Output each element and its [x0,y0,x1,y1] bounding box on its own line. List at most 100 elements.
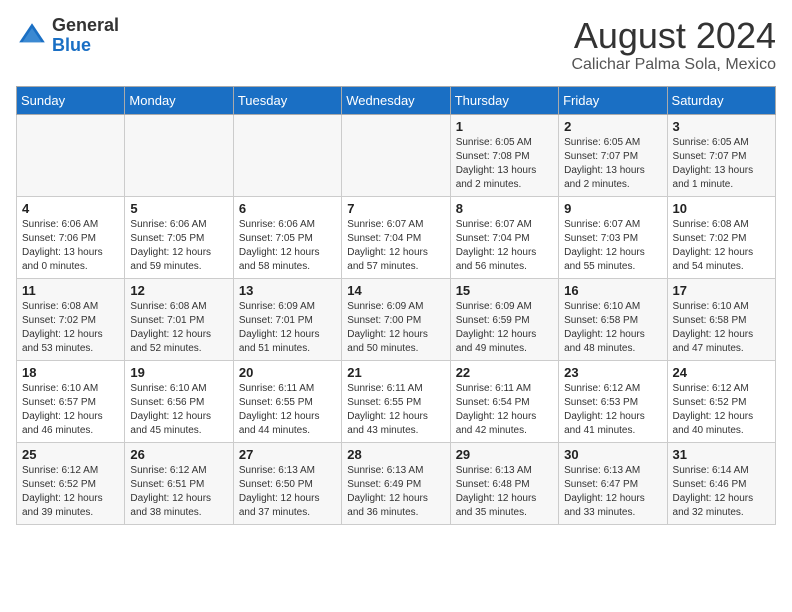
calendar-cell: 19 Sunrise: 6:10 AM Sunset: 6:56 PM Dayli… [125,360,233,442]
calendar-cell: 14 Sunrise: 6:09 AM Sunset: 7:00 PM Dayli… [342,278,450,360]
calendar-cell: 8 Sunrise: 6:07 AM Sunset: 7:04 PM Daylig… [450,196,558,278]
day-number: 10 [673,201,770,216]
day-info: Sunrise: 6:05 AM Sunset: 7:08 PM Dayligh… [456,136,553,192]
location-text: Calichar Palma Sola, Mexico [571,56,776,74]
calendar-cell: 23 Sunrise: 6:12 AM Sunset: 6:53 PM Dayli… [559,360,667,442]
day-info: Sunrise: 6:14 AM Sunset: 6:46 PM Dayligh… [673,464,770,520]
day-number: 8 [456,201,553,216]
logo-blue-text: Blue [52,36,119,56]
day-of-week-header: Wednesday [342,86,450,114]
day-of-week-header: Sunday [17,86,125,114]
day-info: Sunrise: 6:12 AM Sunset: 6:52 PM Dayligh… [22,464,119,520]
calendar-cell [342,114,450,196]
calendar-cell: 6 Sunrise: 6:06 AM Sunset: 7:05 PM Daylig… [233,196,341,278]
day-number: 6 [239,201,336,216]
day-info: Sunrise: 6:12 AM Sunset: 6:51 PM Dayligh… [130,464,227,520]
day-info: Sunrise: 6:12 AM Sunset: 6:52 PM Dayligh… [673,382,770,438]
calendar-cell: 16Sunrise: 6:10 AM Sunset: 6:58 PM Dayli… [559,278,667,360]
day-number: 27 [239,447,336,462]
day-info: Sunrise: 6:10 AM Sunset: 6:56 PM Dayligh… [130,382,227,438]
calendar-cell: 24 Sunrise: 6:12 AM Sunset: 6:52 PM Dayli… [667,360,775,442]
calendar-body: 1 Sunrise: 6:05 AM Sunset: 7:08 PM Daylig… [17,114,776,524]
calendar-cell: 28Sunrise: 6:13 AM Sunset: 6:49 PM Dayli… [342,442,450,524]
calendar-cell [17,114,125,196]
day-number: 7 [347,201,444,216]
calendar-cell: 13Sunrise: 6:09 AM Sunset: 7:01 PM Dayli… [233,278,341,360]
calendar-cell: 21 Sunrise: 6:11 AM Sunset: 6:55 PM Dayli… [342,360,450,442]
day-number: 29 [456,447,553,462]
calendar-cell: 15 Sunrise: 6:09 AM Sunset: 6:59 PM Dayli… [450,278,558,360]
calendar-cell [233,114,341,196]
calendar-cell: 18 Sunrise: 6:10 AM Sunset: 6:57 PM Dayli… [17,360,125,442]
calendar-cell: 9 Sunrise: 6:07 AM Sunset: 7:03 PM Daylig… [559,196,667,278]
calendar-cell: 22 Sunrise: 6:11 AM Sunset: 6:54 PM Dayli… [450,360,558,442]
day-number: 24 [673,365,770,380]
day-number: 2 [564,119,661,134]
calendar-cell: 17 Sunrise: 6:10 AM Sunset: 6:58 PM Dayli… [667,278,775,360]
day-number: 4 [22,201,119,216]
calendar-cell: 12Sunrise: 6:08 AM Sunset: 7:01 PM Dayli… [125,278,233,360]
day-info: Sunrise: 6:10 AM Sunset: 6:57 PM Dayligh… [22,382,119,438]
day-info: Sunrise: 6:09 AM Sunset: 6:59 PM Dayligh… [456,300,553,356]
calendar-week-row: 18 Sunrise: 6:10 AM Sunset: 6:57 PM Dayli… [17,360,776,442]
day-of-week-header: Thursday [450,86,558,114]
calendar-header: SundayMondayTuesdayWednesdayThursdayFrid… [17,86,776,114]
logo-text: General Blue [52,16,119,56]
day-info: Sunrise: 6:05 AM Sunset: 7:07 PM Dayligh… [673,136,770,192]
calendar-cell: 5Sunrise: 6:06 AM Sunset: 7:05 PM Daylig… [125,196,233,278]
calendar-cell: 30 Sunrise: 6:13 AM Sunset: 6:47 PM Dayli… [559,442,667,524]
day-info: Sunrise: 6:12 AM Sunset: 6:53 PM Dayligh… [564,382,661,438]
day-number: 15 [456,283,553,298]
calendar-week-row: 1 Sunrise: 6:05 AM Sunset: 7:08 PM Daylig… [17,114,776,196]
calendar-cell [125,114,233,196]
day-info: Sunrise: 6:13 AM Sunset: 6:47 PM Dayligh… [564,464,661,520]
day-number: 19 [130,365,227,380]
day-number: 20 [239,365,336,380]
day-info: Sunrise: 6:07 AM Sunset: 7:04 PM Dayligh… [456,218,553,274]
day-number: 21 [347,365,444,380]
calendar-cell: 27 Sunrise: 6:13 AM Sunset: 6:50 PM Dayli… [233,442,341,524]
day-number: 11 [22,283,119,298]
page-header: General Blue August 2024 Calichar Palma … [16,16,776,74]
calendar-cell: 4Sunrise: 6:06 AM Sunset: 7:06 PM Daylig… [17,196,125,278]
day-number: 30 [564,447,661,462]
day-info: Sunrise: 6:11 AM Sunset: 6:54 PM Dayligh… [456,382,553,438]
day-of-week-header: Saturday [667,86,775,114]
day-of-week-header: Friday [559,86,667,114]
day-of-week-header: Monday [125,86,233,114]
calendar-cell: 10 Sunrise: 6:08 AM Sunset: 7:02 PM Dayli… [667,196,775,278]
header-row: SundayMondayTuesdayWednesdayThursdayFrid… [17,86,776,114]
day-info: Sunrise: 6:11 AM Sunset: 6:55 PM Dayligh… [347,382,444,438]
calendar-table: SundayMondayTuesdayWednesdayThursdayFrid… [16,86,776,525]
day-info: Sunrise: 6:09 AM Sunset: 7:00 PM Dayligh… [347,300,444,356]
calendar-cell: 31Sunrise: 6:14 AM Sunset: 6:46 PM Dayli… [667,442,775,524]
day-info: Sunrise: 6:07 AM Sunset: 7:04 PM Dayligh… [347,218,444,274]
day-number: 9 [564,201,661,216]
calendar-cell: 1 Sunrise: 6:05 AM Sunset: 7:08 PM Daylig… [450,114,558,196]
day-number: 18 [22,365,119,380]
calendar-cell: 11Sunrise: 6:08 AM Sunset: 7:02 PM Dayli… [17,278,125,360]
day-number: 14 [347,283,444,298]
calendar-cell: 20Sunrise: 6:11 AM Sunset: 6:55 PM Dayli… [233,360,341,442]
day-info: Sunrise: 6:08 AM Sunset: 7:02 PM Dayligh… [673,218,770,274]
day-number: 1 [456,119,553,134]
day-info: Sunrise: 6:13 AM Sunset: 6:48 PM Dayligh… [456,464,553,520]
logo-icon [16,20,48,52]
day-info: Sunrise: 6:10 AM Sunset: 6:58 PM Dayligh… [673,300,770,356]
day-number: 17 [673,283,770,298]
day-info: Sunrise: 6:10 AM Sunset: 6:58 PM Dayligh… [564,300,661,356]
day-info: Sunrise: 6:13 AM Sunset: 6:50 PM Dayligh… [239,464,336,520]
calendar-cell: 2Sunrise: 6:05 AM Sunset: 7:07 PM Daylig… [559,114,667,196]
day-info: Sunrise: 6:06 AM Sunset: 7:05 PM Dayligh… [239,218,336,274]
day-number: 12 [130,283,227,298]
day-number: 3 [673,119,770,134]
day-number: 23 [564,365,661,380]
logo: General Blue [16,16,119,56]
day-info: Sunrise: 6:07 AM Sunset: 7:03 PM Dayligh… [564,218,661,274]
day-number: 13 [239,283,336,298]
day-number: 22 [456,365,553,380]
day-number: 25 [22,447,119,462]
title-block: August 2024 Calichar Palma Sola, Mexico [571,16,776,74]
calendar-week-row: 4Sunrise: 6:06 AM Sunset: 7:06 PM Daylig… [17,196,776,278]
month-title: August 2024 [571,16,776,56]
